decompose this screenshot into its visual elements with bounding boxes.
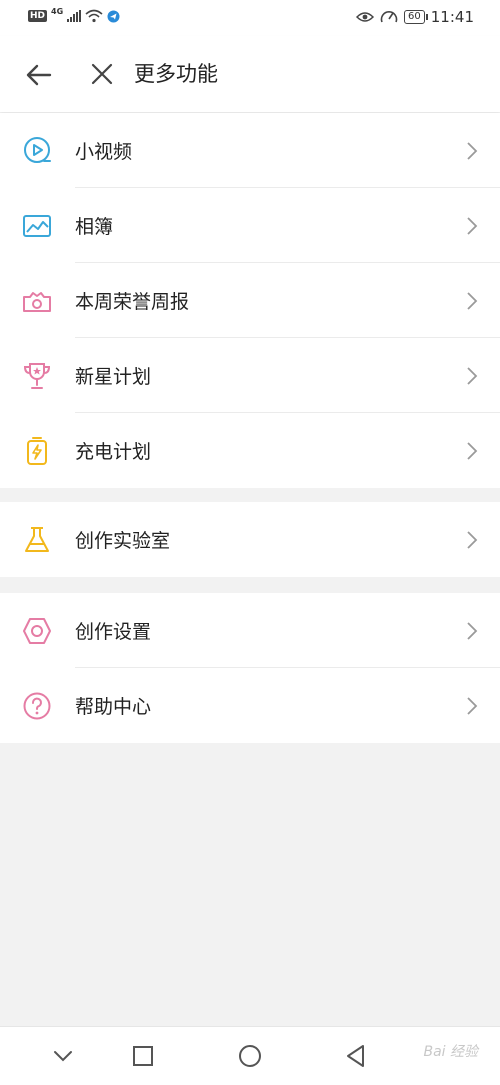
status-bar: HD 4G 60 11:41 (0, 0, 500, 36)
menu-item-help-center[interactable]: 帮助中心 (0, 668, 500, 743)
home-icon[interactable] (237, 1043, 263, 1069)
menu-item-creation-settings[interactable]: 创作设置 (0, 593, 500, 668)
signal-icon (67, 10, 82, 22)
battery-icon: 60 (404, 10, 428, 24)
help-circle-icon (23, 692, 51, 720)
status-bar-right: 60 11:41 (356, 8, 474, 26)
menu-item-creation-lab[interactable]: 创作实验室 (0, 502, 500, 577)
trophy-icon (23, 363, 51, 389)
feature-group-main: 小视频 相簿 本周荣誉周报 新星计划 充电计划 (0, 113, 500, 488)
menu-item-short-video[interactable]: 小视频 (0, 113, 500, 188)
chevron-right-icon (467, 292, 478, 310)
hexagon-settings-icon (23, 618, 51, 644)
eye-icon (356, 12, 375, 22)
chevron-right-icon (467, 367, 478, 385)
watermark: Bai 经验 (423, 1044, 478, 1060)
battery-bolt-icon (27, 437, 47, 465)
speed-gauge-icon (380, 11, 398, 23)
back-arrow-icon[interactable] (24, 60, 54, 90)
menu-item-label: 相簿 (75, 216, 114, 238)
chevron-right-icon (467, 142, 478, 160)
menu-item-new-star-plan[interactable]: 新星计划 (0, 338, 500, 413)
app-notification-icon (107, 10, 120, 22)
menu-item-label: 创作实验室 (75, 530, 171, 552)
menu-item-label: 本周荣誉周报 (75, 291, 190, 313)
image-icon (23, 215, 51, 237)
back-triangle-icon[interactable] (343, 1043, 369, 1069)
chevron-right-icon (467, 697, 478, 715)
menu-item-label: 小视频 (75, 141, 133, 163)
system-nav-bar: Bai 经验 (0, 1026, 500, 1085)
status-bar-left: HD 4G (28, 6, 120, 23)
clock: 11:41 (430, 8, 474, 26)
header-bar: 更多功能 (0, 36, 500, 112)
recent-apps-icon[interactable] (130, 1043, 156, 1069)
hd-badge: HD (28, 10, 48, 22)
close-icon[interactable] (88, 60, 116, 88)
menu-item-charging-plan[interactable]: 充电计划 (0, 413, 500, 488)
feature-group-lab: 创作实验室 (0, 502, 500, 577)
menu-item-weekly-honor-report[interactable]: 本周荣誉周报 (0, 263, 500, 338)
chevron-down-icon[interactable] (50, 1043, 76, 1069)
menu-item-label: 充电计划 (75, 441, 152, 463)
play-circle-icon (24, 137, 51, 163)
camera-crown-icon (23, 292, 51, 312)
menu-item-label: 新星计划 (75, 366, 152, 388)
network-type: 4G (51, 6, 64, 16)
chevron-right-icon (467, 531, 478, 549)
chevron-right-icon (467, 442, 478, 460)
menu-item-label: 创作设置 (75, 621, 152, 643)
page-title: 更多功能 (134, 62, 218, 86)
flask-icon (25, 527, 49, 552)
chevron-right-icon (467, 622, 478, 640)
chevron-right-icon (467, 217, 478, 235)
feature-group-settings: 创作设置 帮助中心 (0, 593, 500, 743)
menu-item-album[interactable]: 相簿 (0, 188, 500, 263)
wifi-icon (85, 9, 103, 23)
menu-item-label: 帮助中心 (75, 696, 152, 718)
